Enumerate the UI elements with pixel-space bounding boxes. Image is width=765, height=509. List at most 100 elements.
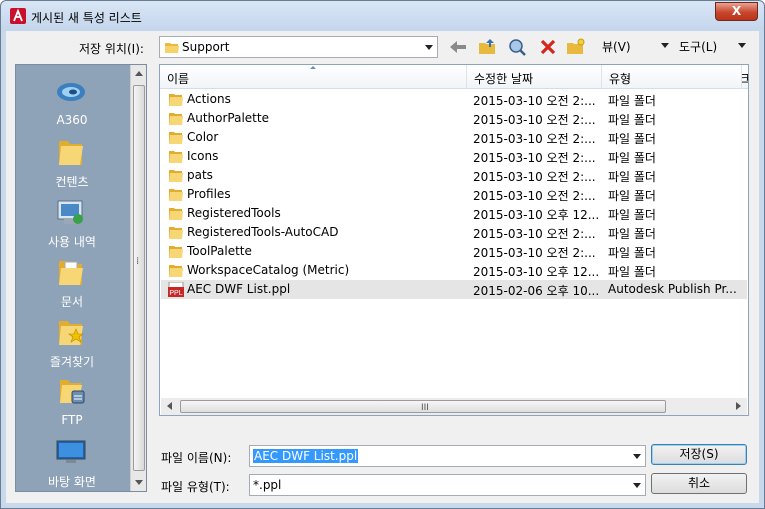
tools-menu[interactable]: 도구(L) (679, 38, 717, 55)
window-title: 게시된 새 특성 리스트 (31, 11, 142, 25)
desktop-icon (56, 440, 86, 463)
place-label: FTP (61, 413, 83, 427)
table-row[interactable]: Profiles 2015-03-10 오전 2:... 파일 폴더 (161, 185, 747, 204)
file-type: 파일 폴더 (608, 132, 656, 146)
svg-text:PPL: PPL (169, 290, 182, 297)
file-type: 파일 폴더 (608, 246, 656, 260)
title-bar[interactable]: 게시된 새 특성 리스트 X (1, 1, 764, 31)
place-label: 사용 내역 (48, 235, 96, 249)
file-name: pats (187, 168, 213, 182)
folder-icon (168, 244, 184, 259)
close-button[interactable]: X (715, 2, 758, 21)
scroll-thumb[interactable]: ⁞ (133, 85, 145, 471)
file-modified: 2015-03-10 오전 2:... (473, 246, 596, 260)
places-scrollbar[interactable]: ⁞ (130, 65, 146, 491)
table-row[interactable]: RegisteredTools-AutoCAD 2015-03-10 오전 2:.… (161, 223, 747, 242)
scroll-up-icon[interactable] (135, 71, 143, 76)
file-modified: 2015-03-10 오후 12... (473, 265, 600, 279)
file-modified: 2015-03-10 오후 12... (473, 208, 600, 222)
file-name: AEC DWF List.ppl (187, 282, 291, 296)
ppl-file-icon: PPL (168, 281, 184, 298)
scroll-grip: ⁞ (136, 256, 140, 267)
file-type: Autodesk Publish Pr... (608, 282, 737, 296)
scroll-thumb[interactable]: III (180, 400, 666, 413)
table-row[interactable]: RegisteredTools 2015-03-10 오후 12... 파일 폴더 (161, 204, 747, 223)
file-list[interactable]: 이름 수정한 날짜 유형 크 Actions 2015-03-10 오전 2:..… (159, 64, 749, 416)
filetype-select[interactable]: *.ppl (249, 474, 646, 496)
place-ftp[interactable]: FTP (16, 371, 128, 431)
file-modified: 2015-03-10 오전 2:... (473, 94, 596, 108)
filename-value: AEC DWF List.ppl (253, 449, 359, 463)
filetype-value: *.ppl (253, 478, 282, 492)
horizontal-scrollbar[interactable]: III (161, 398, 747, 415)
scroll-down-icon[interactable] (135, 480, 143, 485)
places-bar: A360 컨텐츠 사용 내역 문서 즐겨찾기 FTP 바탕 화면 ⁞ (15, 64, 147, 492)
file-type: 파일 폴더 (608, 227, 656, 241)
file-name: Icons (187, 149, 219, 163)
folder-icon (168, 92, 184, 107)
save-dialog: 게시된 새 특성 리스트 X 저장 위치(I): Support 뷰(V) 도구… (0, 0, 765, 509)
place-content[interactable]: 컨텐츠 (16, 131, 128, 191)
file-name: RegisteredTools-AutoCAD (187, 225, 339, 239)
scroll-right-icon[interactable] (736, 402, 741, 410)
file-name: WorkspaceCatalog (Metric) (187, 263, 350, 277)
place-favorites[interactable]: 즐겨찾기 (16, 311, 128, 371)
cancel-button[interactable]: 취소 (651, 473, 747, 494)
save-button[interactable]: 저장(S) (651, 444, 747, 465)
file-modified: 2015-03-10 오전 2:... (473, 151, 596, 165)
filename-input[interactable]: AEC DWF List.ppl (249, 445, 646, 467)
chevron-down-icon[interactable] (633, 454, 641, 459)
folder-icon (165, 43, 179, 53)
file-type: 파일 폴더 (608, 189, 656, 203)
file-modified: 2015-03-10 오전 2:... (473, 170, 596, 184)
table-row[interactable]: AuthorPalette 2015-03-10 오전 2:... 파일 폴더 (161, 109, 747, 128)
folder-icon (168, 225, 184, 240)
table-row[interactable]: PPL AEC DWF List.ppl 2015-02-06 오후 10... Au… (161, 280, 747, 299)
history-icon (57, 200, 83, 224)
table-row[interactable]: Actions 2015-03-10 오전 2:... 파일 폴더 (161, 90, 747, 109)
file-name: Actions (187, 92, 231, 106)
column-header-type[interactable]: 유형 (602, 65, 742, 89)
place-label: 문서 (60, 295, 84, 309)
search-web-icon[interactable] (508, 38, 528, 56)
folder-icon (168, 187, 184, 202)
place-history[interactable]: 사용 내역 (16, 191, 128, 251)
folder-icon (59, 141, 83, 165)
file-name: AuthorPalette (187, 111, 269, 125)
file-type: 파일 폴더 (608, 94, 656, 108)
place-documents[interactable]: 문서 (16, 251, 128, 311)
place-label: 컨텐츠 (55, 175, 89, 189)
chevron-down-icon[interactable] (738, 43, 746, 48)
file-type: 파일 폴더 (608, 113, 656, 127)
place-label: A360 (56, 113, 88, 127)
folder-icon (168, 206, 184, 221)
table-row[interactable]: pats 2015-03-10 오전 2:... 파일 폴더 (161, 166, 747, 185)
file-name: Color (187, 130, 219, 144)
folder-icon (168, 149, 184, 164)
column-header-modified[interactable]: 수정한 날짜 (467, 65, 602, 89)
file-type: 파일 폴더 (608, 170, 656, 184)
up-folder-icon[interactable] (478, 38, 498, 56)
favorites-icon (59, 321, 84, 345)
table-row[interactable]: WorkspaceCatalog (Metric) 2015-03-10 오후 1… (161, 261, 747, 280)
column-header-size[interactable]: 크 (742, 65, 748, 89)
documents-icon (59, 261, 83, 285)
column-header-name[interactable]: 이름 (160, 65, 467, 89)
table-row[interactable]: Icons 2015-03-10 오전 2:... 파일 폴더 (161, 147, 747, 166)
table-row[interactable]: ToolPalette 2015-03-10 오전 2:... 파일 폴더 (161, 242, 747, 261)
chevron-down-icon[interactable] (633, 483, 641, 488)
autocad-app-icon (10, 8, 26, 24)
file-modified: 2015-03-10 오전 2:... (473, 113, 596, 127)
file-name: ToolPalette (187, 244, 252, 258)
new-folder-icon[interactable] (566, 38, 586, 56)
place-desktop[interactable]: 바탕 화면 (16, 431, 128, 491)
save-in-combo[interactable]: Support (159, 36, 438, 58)
chevron-down-icon[interactable] (661, 43, 669, 48)
delete-icon[interactable] (538, 38, 558, 56)
scroll-left-icon[interactable] (167, 402, 172, 410)
back-arrow-icon[interactable] (448, 38, 468, 56)
table-row[interactable]: Color 2015-03-10 오전 2:... 파일 폴더 (161, 128, 747, 147)
folder-icon (168, 111, 184, 126)
place-a360[interactable]: A360 (16, 71, 128, 131)
views-menu[interactable]: 뷰(V) (602, 38, 631, 55)
